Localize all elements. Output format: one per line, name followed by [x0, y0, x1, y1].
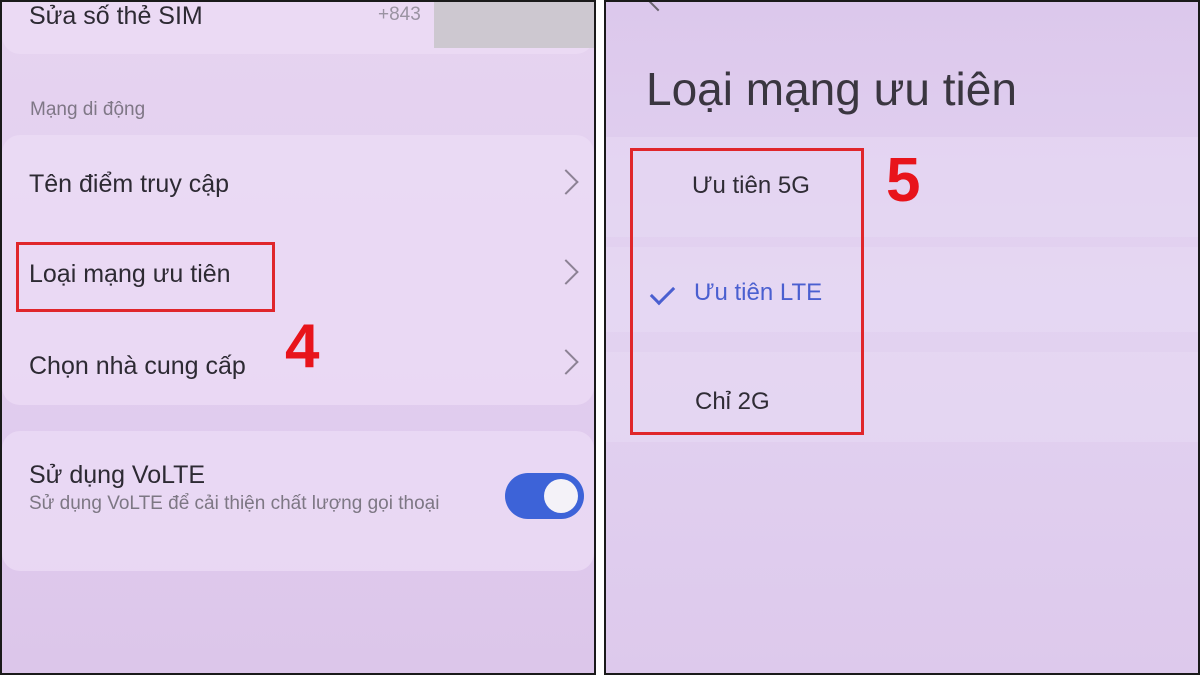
preferred-network-type-panel: Loại mạng ưu tiên Ưu tiên 5G Ưu tiên LTE… [604, 0, 1200, 675]
chevron-right-icon [553, 349, 579, 375]
toggle-knob [544, 479, 578, 513]
highlight-box-step-5 [630, 148, 864, 435]
chevron-right-icon [553, 259, 579, 285]
chevron-right-icon [553, 169, 579, 195]
volte-title: Sử dụng VoLTE [29, 461, 206, 489]
list-item-access-point-names[interactable]: Tên điểm truy cập [2, 135, 594, 225]
step-number-5: 5 [886, 146, 921, 215]
sim-number-value: +843 [378, 4, 421, 25]
page-title: Loại mạng ưu tiên [646, 63, 1017, 115]
sim-number-label: Sửa số thẻ SIM [29, 2, 203, 30]
section-title-mobile-network: Mạng di động [30, 99, 146, 120]
volte-toggle-switch[interactable] [505, 473, 584, 519]
masked-phone-number [434, 2, 594, 48]
list-item-label: Chọn nhà cung cấp [29, 352, 246, 380]
mobile-network-settings-panel: Sửa số thẻ SIM +843 Mạng di động Tên điể… [0, 0, 596, 675]
back-arrow-icon[interactable] [646, 2, 670, 12]
volte-description: Sử dụng VoLTE để cải thiện chất lượng gọ… [29, 493, 440, 514]
step-number-4: 4 [285, 312, 320, 381]
sim-number-row[interactable]: Sửa số thẻ SIM +843 [2, 2, 594, 54]
highlight-box-step-4 [16, 242, 275, 312]
list-item-label: Tên điểm truy cập [29, 170, 230, 198]
